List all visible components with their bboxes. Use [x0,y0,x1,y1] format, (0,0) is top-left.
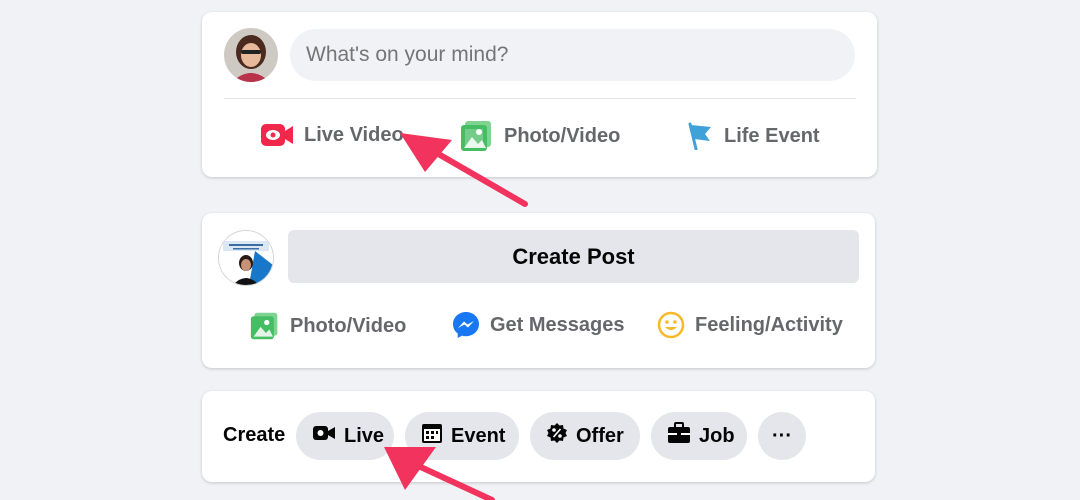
calendar-icon [421,422,443,450]
live-video-label: Live Video [304,123,404,146]
get-messages-button[interactable]: Get Messages [452,311,625,339]
whats-on-your-mind-input[interactable] [290,29,855,81]
photo-video-icon [460,120,494,152]
more-button[interactable]: ··· [758,412,806,460]
create-label: Create [223,424,286,446]
event-pill-button[interactable]: Event [405,412,519,460]
feeling-activity-button[interactable]: Feeling/Activity [657,311,843,339]
offer-pill-label: Offer [576,424,624,447]
create-bar-card: Create Live Event Offer Job ··· [202,391,875,482]
briefcase-icon [667,422,691,450]
live-pill-button[interactable]: Live [296,412,394,460]
get-messages-label: Get Messages [490,313,625,336]
event-pill-label: Event [451,424,506,447]
page-photo-video-button[interactable]: Photo/Video [250,311,406,341]
life-event-button[interactable]: Life Event [686,122,820,150]
smiley-icon [657,311,685,339]
page-avatar[interactable] [218,230,274,286]
create-post-button[interactable]: Create Post [288,230,859,283]
live-pill-label: Live [344,424,385,447]
page-composer-card: Create Post Photo/Video Get Messages Fee… [202,213,875,368]
offer-pill-button[interactable]: Offer [530,412,640,460]
live-video-button[interactable]: Live Video [260,122,404,148]
composer-card: Live Video Photo/Video Life Event [202,12,877,177]
photo-video-icon [250,311,280,341]
more-icon: ··· [772,424,792,447]
job-pill-label: Job [699,424,735,447]
live-camera-icon [312,424,336,448]
photo-video-label: Photo/Video [504,124,621,147]
job-pill-button[interactable]: Job [651,412,747,460]
user-avatar[interactable] [224,28,278,82]
life-event-label: Life Event [724,124,820,147]
feeling-activity-label: Feeling/Activity [695,313,843,336]
messenger-icon [452,311,480,339]
photo-video-button[interactable]: Photo/Video [460,120,620,152]
life-event-flag-icon [686,122,714,150]
offer-percent-icon [546,422,568,450]
page-photo-video-label: Photo/Video [290,314,407,337]
divider [224,98,856,99]
live-video-icon [260,122,294,148]
